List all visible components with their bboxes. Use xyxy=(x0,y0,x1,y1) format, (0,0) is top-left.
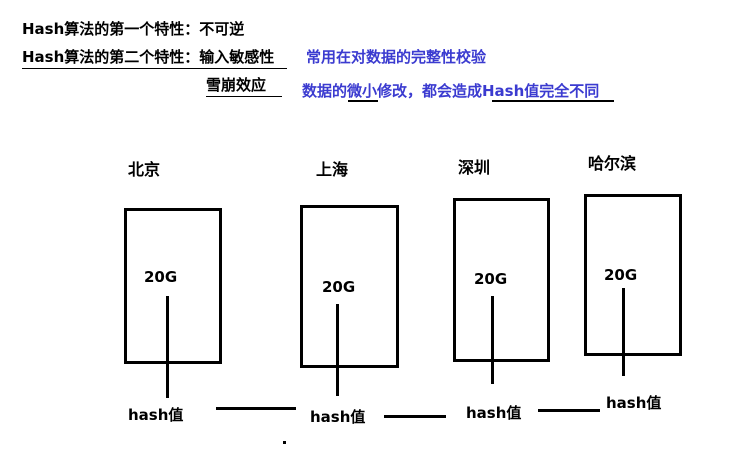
property-2-text: Hash算法的第二个特性：输入敏感性 xyxy=(22,48,275,66)
property-2-underline xyxy=(22,68,287,69)
node-size-beijing: 20G xyxy=(144,268,178,286)
avalanche-label: 雪崩效应 xyxy=(206,76,267,94)
node-link-shenzhen xyxy=(491,296,494,384)
node-city-beijing: 北京 xyxy=(128,160,161,179)
avalanche-underline xyxy=(206,96,282,97)
node-box-beijing xyxy=(124,208,222,364)
emphasis-underline-hash xyxy=(492,100,614,102)
node-size-shenzhen: 20G xyxy=(474,270,508,288)
node-hash-beijing: hash值 xyxy=(128,406,184,424)
node-city-harbin: 哈尔滨 xyxy=(588,154,637,173)
node-link-shanghai xyxy=(336,304,339,396)
node-link-harbin xyxy=(622,288,625,376)
emphasis-underline-small xyxy=(348,100,378,102)
property-1-text: Hash算法的第一个特性：不可逆 xyxy=(22,20,245,38)
node-city-shanghai: 上海 xyxy=(316,160,349,179)
chain-link-1 xyxy=(216,407,296,410)
node-link-beijing xyxy=(166,296,169,398)
node-size-shanghai: 20G xyxy=(322,278,356,296)
avalanche-description: 数据的微小修改，都会造成Hash值完全不同 xyxy=(302,82,600,100)
stray-dot xyxy=(283,441,286,444)
chain-link-2 xyxy=(384,415,446,418)
chain-link-3 xyxy=(538,409,600,412)
node-hash-shenzhen: hash值 xyxy=(466,404,522,422)
node-hash-harbin: hash值 xyxy=(606,394,662,412)
use-case-text: 常用在对数据的完整性校验 xyxy=(306,48,487,66)
node-hash-shanghai: hash值 xyxy=(310,408,366,426)
node-size-harbin: 20G xyxy=(604,266,638,284)
node-city-shenzhen: 深圳 xyxy=(458,158,491,177)
